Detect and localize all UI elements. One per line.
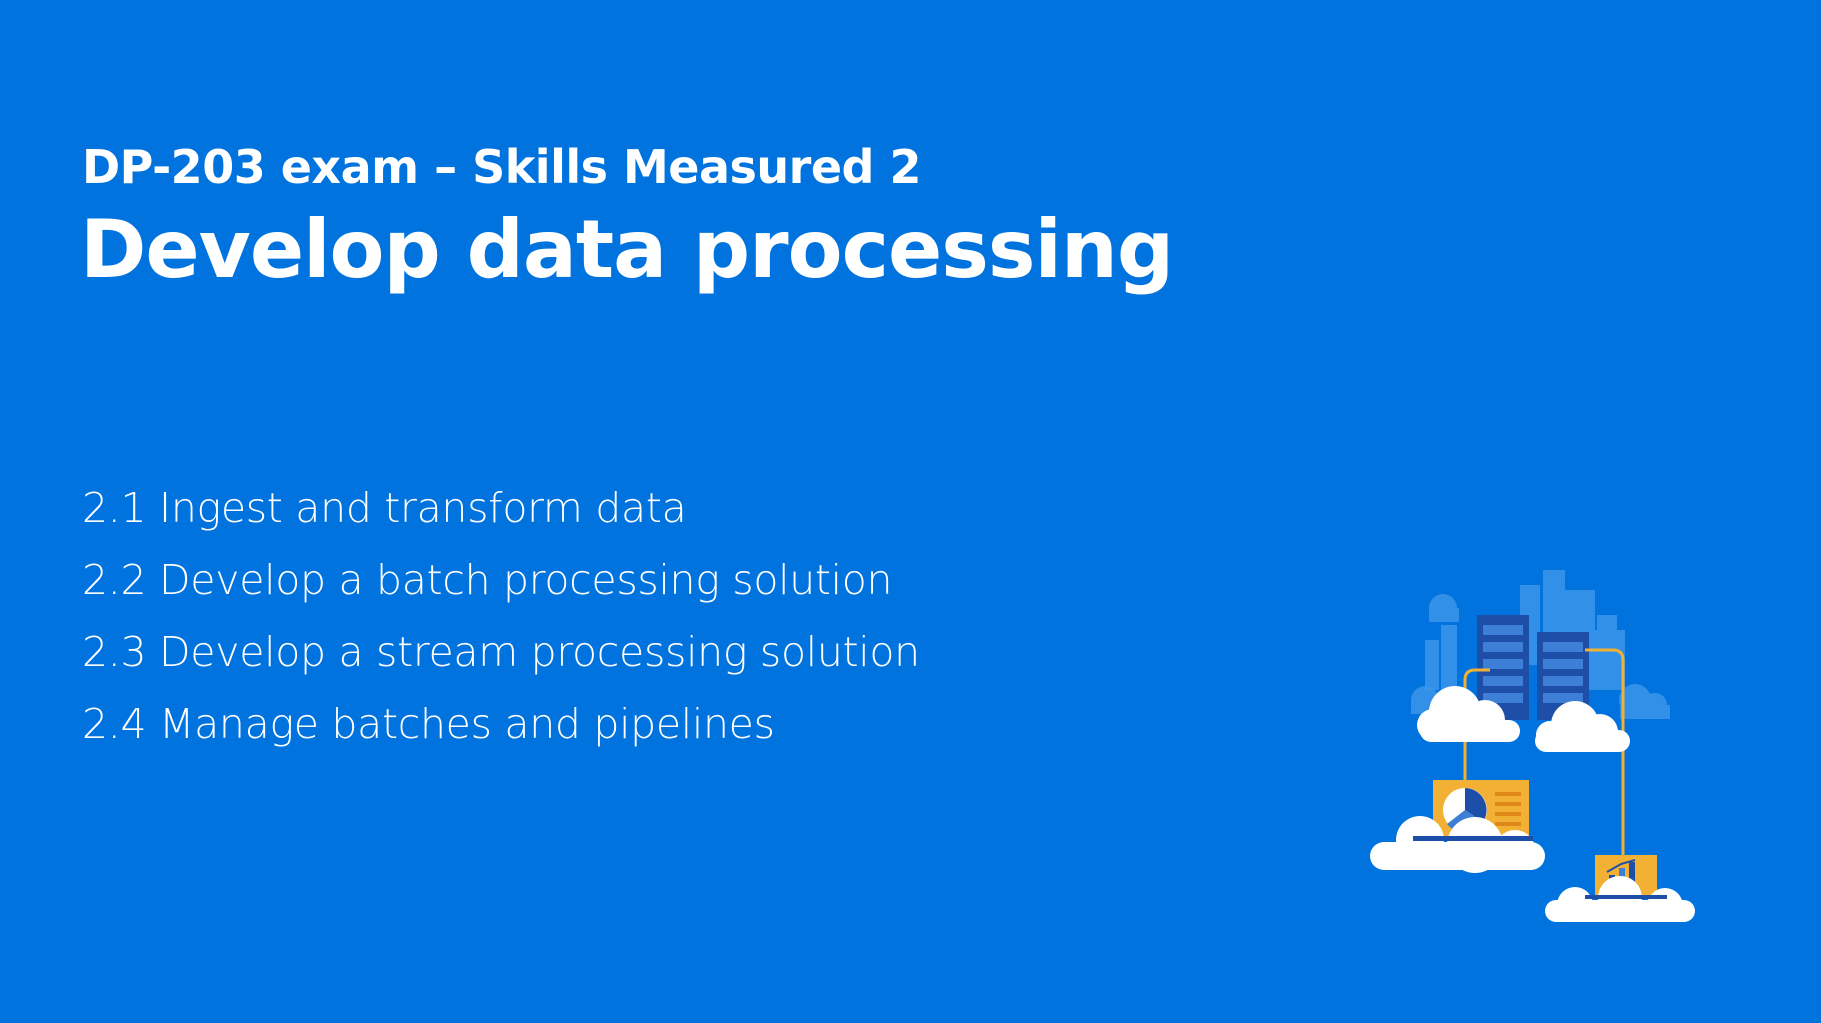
slide: DP-203 exam – Skills Measured 2 Develop …	[0, 0, 1821, 1023]
slide-title: Develop data processing	[80, 203, 1174, 296]
skill-item: 2.2 Develop a batch processing solution	[82, 556, 893, 604]
cloud-data-center-icon	[1370, 570, 1695, 922]
slide-subtitle: DP-203 exam – Skills Measured 2	[82, 140, 921, 194]
skill-item: 2.1 Ingest and transform data	[82, 484, 687, 532]
skill-item: 2.4 Manage batches and pipelines	[82, 700, 775, 748]
skill-item: 2.3 Develop a stream processing solution	[82, 628, 920, 676]
skills-list: 2.1 Ingest and transform data 2.2 Develo…	[82, 472, 920, 760]
